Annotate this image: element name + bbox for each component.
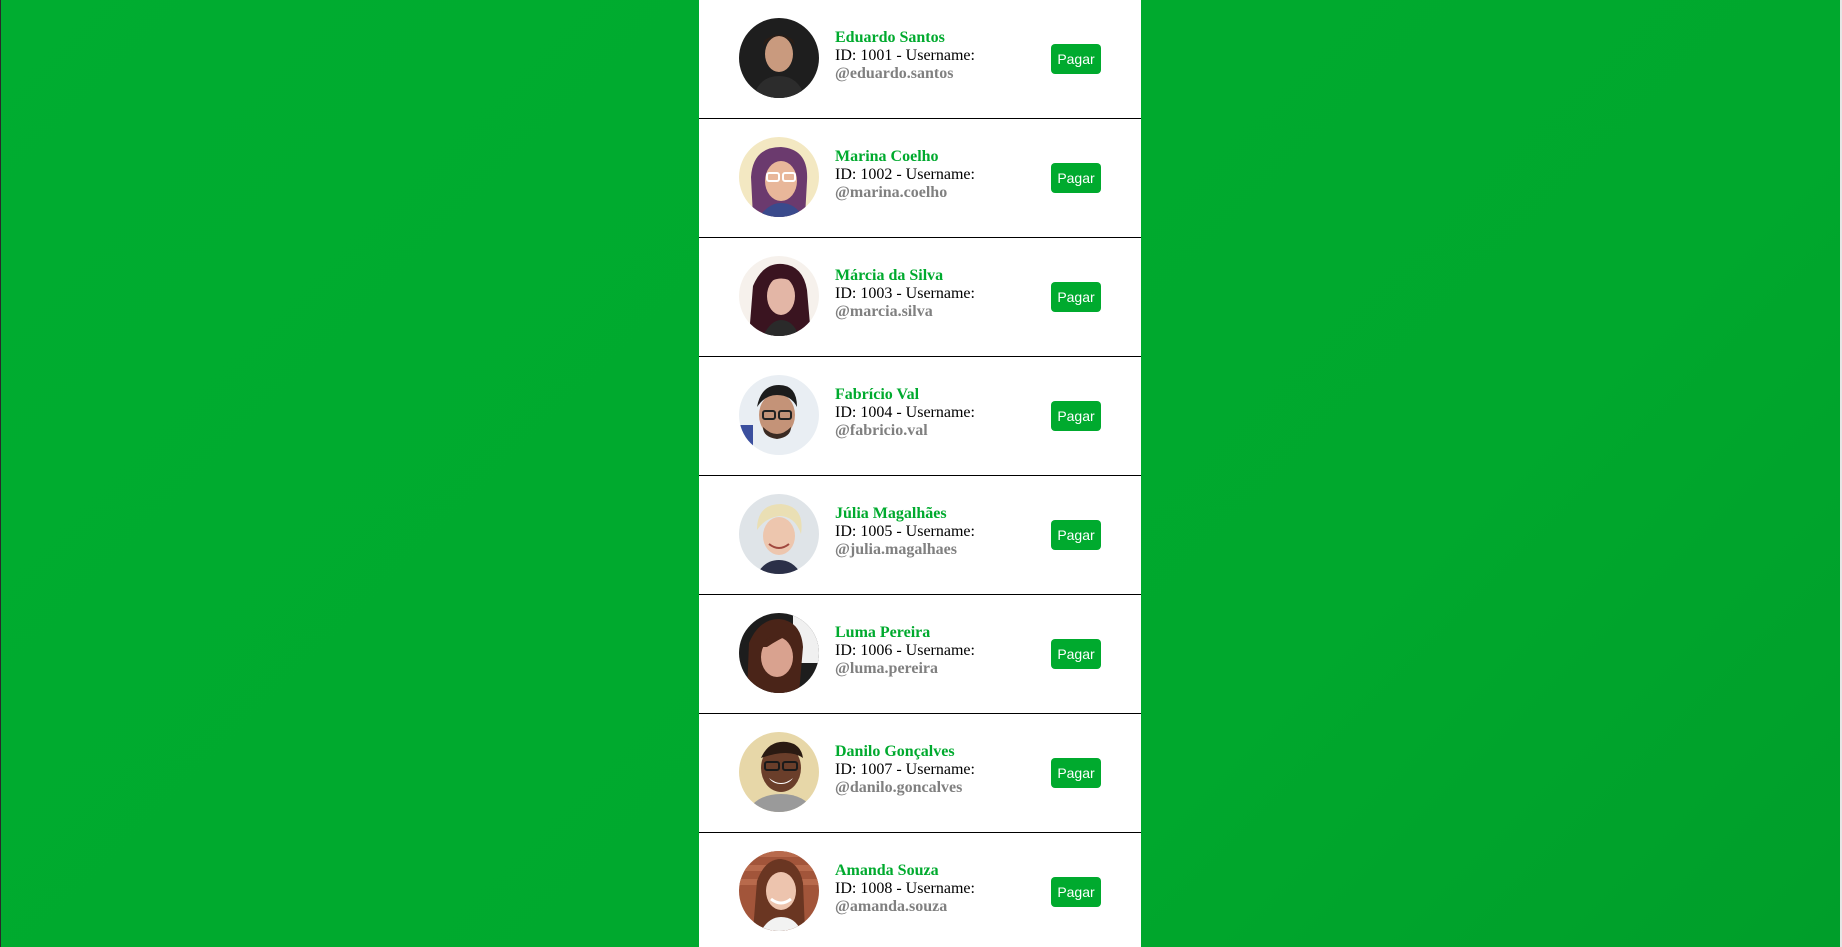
avatar — [739, 494, 819, 574]
contact-name: Danilo Gonçalves — [835, 743, 955, 760]
contact-row: Luma Pereira ID: 1006 - Username: @luma.… — [699, 595, 1141, 714]
contact-id: ID: 1007 - Username: — [835, 761, 975, 778]
contact-name: Eduardo Santos — [835, 29, 945, 46]
contact-id: ID: 1008 - Username: — [835, 880, 975, 897]
contact-id: ID: 1004 - Username: — [835, 404, 975, 421]
contact-id: ID: 1001 - Username: — [835, 47, 975, 64]
contact-row: Danilo Gonçalves ID: 1007 - Username: @d… — [699, 714, 1141, 833]
contact-list: Eduardo Santos ID: 1001 - Username: @edu… — [699, 0, 1141, 947]
window-left-edge — [0, 0, 1, 947]
contact-id: ID: 1003 - Username: — [835, 285, 975, 302]
contact-info: Eduardo Santos ID: 1001 - Username: @edu… — [835, 29, 1035, 83]
contact-row: Fabrício Val ID: 1004 - Username: @fabri… — [699, 357, 1141, 476]
pay-button[interactable]: Pagar — [1051, 520, 1101, 550]
pay-button[interactable]: Pagar — [1051, 758, 1101, 788]
contact-username: @luma.pereira — [835, 660, 939, 677]
contact-row: Márcia da Silva ID: 1003 - Username: @ma… — [699, 238, 1141, 357]
avatar — [739, 375, 819, 455]
pay-button[interactable]: Pagar — [1051, 282, 1101, 312]
avatar — [739, 613, 819, 693]
contact-name: Luma Pereira — [835, 624, 931, 641]
pay-button[interactable]: Pagar — [1051, 639, 1101, 669]
contact-id: ID: 1002 - Username: — [835, 166, 975, 183]
contact-info: Luma Pereira ID: 1006 - Username: @luma.… — [835, 624, 1035, 678]
avatar — [739, 137, 819, 217]
contact-info: Marina Coelho ID: 1002 - Username: @mari… — [835, 148, 1035, 202]
contact-username: @fabricio.val — [835, 422, 928, 439]
contact-name: Márcia da Silva — [835, 267, 944, 284]
contact-username: @marcia.silva — [835, 303, 933, 320]
contact-row: Júlia Magalhães ID: 1005 - Username: @ju… — [699, 476, 1141, 595]
contact-name: Fabrício Val — [835, 386, 920, 403]
pay-button[interactable]: Pagar — [1051, 44, 1101, 74]
avatar — [739, 256, 819, 336]
contact-username: @julia.magalhaes — [835, 541, 957, 558]
contact-username: @danilo.goncalves — [835, 779, 963, 796]
contact-info: Danilo Gonçalves ID: 1007 - Username: @d… — [835, 743, 1035, 797]
contact-name: Júlia Magalhães — [835, 505, 947, 522]
contact-row: Amanda Souza ID: 1008 - Username: @amand… — [699, 833, 1141, 947]
avatar — [739, 851, 819, 931]
contact-row: Marina Coelho ID: 1002 - Username: @mari… — [699, 119, 1141, 238]
contact-row: Eduardo Santos ID: 1001 - Username: @edu… — [699, 0, 1141, 119]
contact-info: Amanda Souza ID: 1008 - Username: @amand… — [835, 862, 1035, 916]
contact-id: ID: 1005 - Username: — [835, 523, 975, 540]
pay-button[interactable]: Pagar — [1051, 877, 1101, 907]
pay-button[interactable]: Pagar — [1051, 163, 1101, 193]
contact-username: @eduardo.santos — [835, 65, 954, 82]
contact-info: Fabrício Val ID: 1004 - Username: @fabri… — [835, 386, 1035, 440]
contact-username: @marina.coelho — [835, 184, 948, 201]
avatar — [739, 18, 819, 98]
contact-id: ID: 1006 - Username: — [835, 642, 975, 659]
contact-name: Amanda Souza — [835, 862, 939, 879]
contact-username: @amanda.souza — [835, 898, 948, 915]
pay-button[interactable]: Pagar — [1051, 401, 1101, 431]
avatar — [739, 732, 819, 812]
contact-info: Júlia Magalhães ID: 1005 - Username: @ju… — [835, 505, 1035, 559]
contact-info: Márcia da Silva ID: 1003 - Username: @ma… — [835, 267, 1035, 321]
contact-name: Marina Coelho — [835, 148, 939, 165]
